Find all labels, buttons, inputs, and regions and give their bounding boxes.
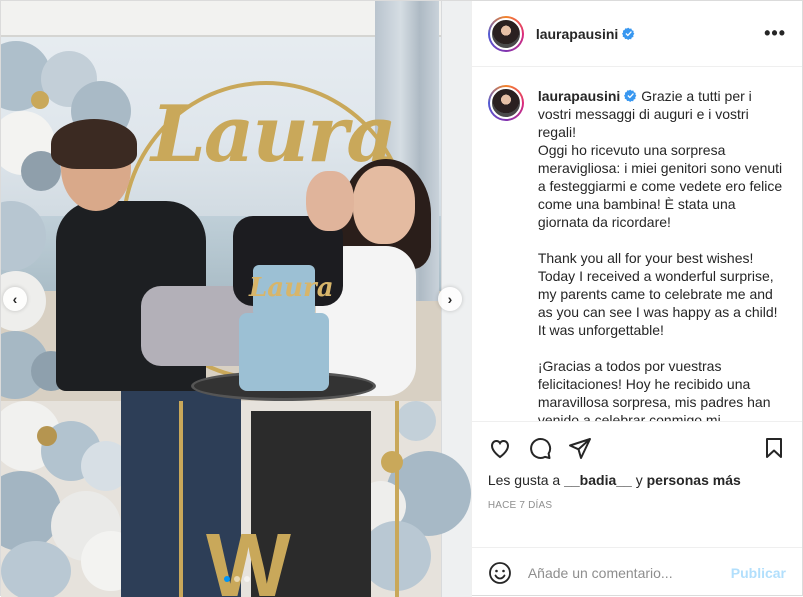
more-options-button[interactable]: ••• [764, 23, 786, 44]
girl-head [306, 171, 354, 231]
caption-username[interactable]: laurapausini [538, 88, 620, 104]
cake-bottom-tier [239, 313, 329, 391]
avatar[interactable] [487, 15, 524, 52]
post-side-panel: laurapausini ••• laurapausini Grazie a tu… [470, 1, 802, 597]
post-photo[interactable]: Laura W Laura ‹ › [1, 1, 471, 597]
woman-head [353, 166, 415, 244]
balloon [31, 91, 49, 109]
cake-topper: Laura [249, 273, 334, 303]
chevron-right-icon: › [447, 291, 453, 307]
caption-paragraph: Oggi ho ricevuto una sorpresa meraviglio… [537, 142, 783, 230]
actions-section: Les gusta a __badia__ y personas más HAC… [471, 421, 802, 547]
instagram-post: Laura W Laura ‹ › laurapausini ••• laura… [0, 0, 803, 597]
likes-summary: Les gusta a __badia__ y personas más [488, 472, 786, 488]
carousel-indicator [1, 576, 471, 582]
post-timestamp[interactable]: HACE 7 DÍAS [488, 500, 786, 511]
carousel-next-button[interactable]: › [438, 287, 462, 311]
smiley-icon[interactable] [488, 561, 512, 585]
verified-badge-icon [624, 89, 637, 102]
carousel-dot [243, 576, 250, 582]
carousel-dot [233, 576, 240, 582]
likes-others-link[interactable]: personas más [647, 472, 741, 488]
man-hair [51, 119, 137, 169]
caption-paragraph: Thank you all for your best wishes! Toda… [537, 250, 778, 338]
laura-sign: Laura [151, 89, 397, 180]
carousel-dot [223, 576, 230, 582]
carousel-prev-button[interactable]: ‹ [3, 287, 27, 311]
avatar[interactable] [487, 85, 524, 121]
bookmark-icon[interactable] [762, 436, 786, 460]
comment-bubble-icon[interactable] [528, 436, 552, 460]
balloon [1, 541, 71, 597]
caption-paragraph: ¡Gracias a todos por vuestras felicitaci… [537, 358, 771, 421]
balloon [37, 426, 57, 446]
stand-letter: W [206, 516, 291, 597]
header-username[interactable]: laurapausini [536, 26, 618, 42]
comment-composer: Publicar [471, 547, 802, 597]
caption-row: laurapausini Grazie a tutti per i vostri … [487, 85, 786, 421]
caption-text: laurapausini Grazie a tutti per i vostri … [538, 87, 786, 421]
publish-button[interactable]: Publicar [731, 565, 786, 581]
likes-user-link[interactable]: __badia__ [564, 472, 632, 488]
verified-badge-icon [622, 27, 635, 40]
comment-input[interactable] [527, 564, 731, 581]
heart-icon[interactable] [488, 436, 512, 460]
chevron-left-icon: ‹ [12, 291, 18, 307]
action-bar [488, 422, 786, 470]
caption-scroll-area[interactable]: laurapausini Grazie a tutti per i vostri … [472, 67, 802, 421]
paper-plane-icon[interactable] [568, 436, 592, 460]
post-header: laurapausini ••• [471, 1, 802, 67]
balloon [396, 401, 436, 441]
likes-connector: y [635, 472, 643, 488]
likes-prefix: Les gusta a [487, 472, 561, 488]
